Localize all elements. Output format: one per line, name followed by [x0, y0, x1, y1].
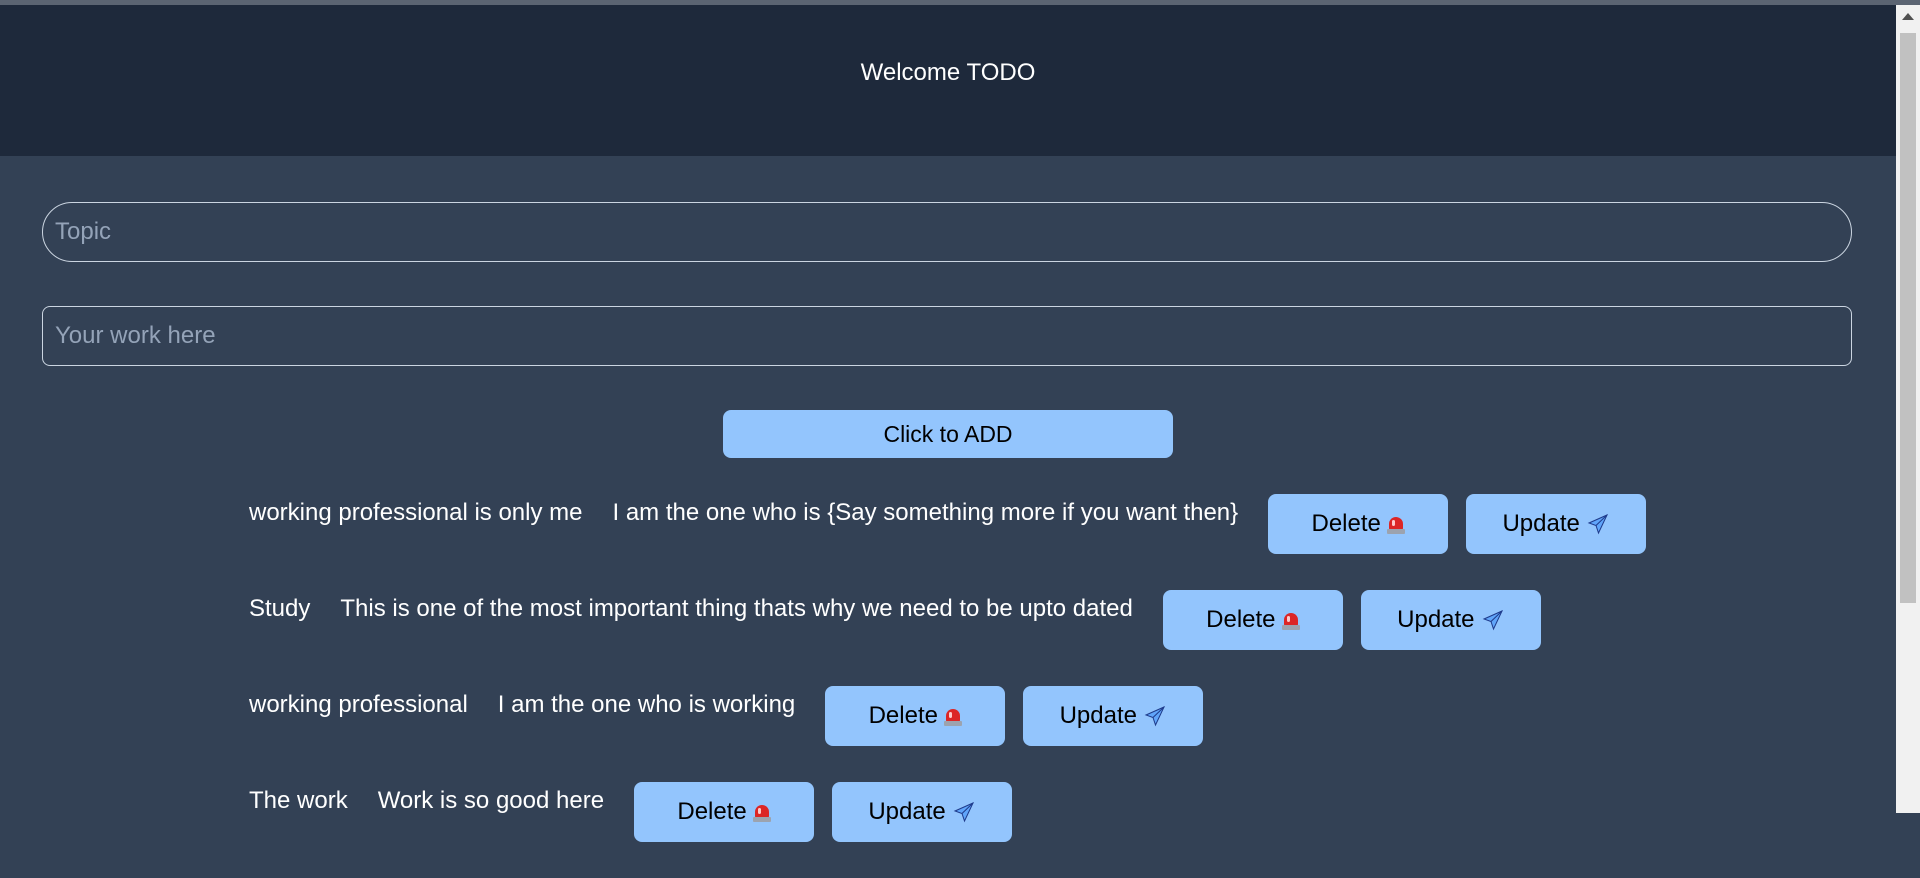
todo-description: This is one of the most important thing …	[340, 595, 1133, 622]
vertical-scrollbar[interactable]	[1896, 5, 1920, 813]
todo-topic: working professional	[249, 691, 468, 718]
work-input[interactable]	[42, 306, 1852, 366]
airplane-icon	[1586, 512, 1610, 536]
update-button[interactable]: Update	[832, 782, 1013, 842]
update-label: Update	[1502, 510, 1580, 537]
scroll-up-arrow-icon[interactable]	[1902, 13, 1914, 20]
todo-description: I am the one who is working	[497, 691, 796, 718]
topic-input[interactable]	[42, 202, 1852, 262]
delete-label: Delete	[868, 702, 938, 729]
delete-button[interactable]: Delete	[825, 686, 1006, 746]
delete-label: Delete	[1206, 606, 1276, 633]
delete-button[interactable]: Delete	[1162, 590, 1343, 650]
todo-list: working professional is only me I am the…	[249, 494, 1849, 878]
delete-label: Delete	[1311, 510, 1381, 537]
update-label: Update	[868, 798, 946, 825]
delete-button[interactable]: Delete	[634, 782, 815, 842]
update-button[interactable]: Update	[1360, 590, 1541, 650]
todo-item: Study This is one of the most important …	[249, 590, 1849, 650]
siren-icon	[1386, 514, 1405, 534]
page-title: Welcome TODO	[860, 59, 1036, 86]
update-label: Update	[1397, 606, 1475, 633]
update-label: Update	[1059, 702, 1137, 729]
update-button[interactable]: Update	[1466, 494, 1647, 554]
siren-icon	[752, 802, 771, 822]
todo-item: working professional is only me I am the…	[249, 494, 1849, 554]
update-button[interactable]: Update	[1023, 686, 1204, 746]
todo-description: I am the one who is {Say something more …	[612, 499, 1239, 526]
delete-label: Delete	[677, 798, 747, 825]
todo-item: The work Work is so good here Delete Upd…	[249, 782, 1849, 842]
todo-item: working professional I am the one who is…	[249, 686, 1849, 746]
airplane-icon	[1481, 608, 1505, 632]
delete-button[interactable]: Delete	[1268, 494, 1449, 554]
todo-topic: The work	[249, 787, 348, 814]
add-todo-button[interactable]: Click to ADD	[723, 410, 1173, 458]
app-header: Welcome TODO	[0, 5, 1896, 156]
airplane-icon	[952, 800, 976, 824]
todo-description: Work is so good here	[377, 787, 605, 814]
siren-icon	[1281, 610, 1300, 630]
todo-topic: Study	[249, 595, 311, 622]
main-content: Click to ADD working professional is onl…	[0, 156, 1896, 842]
siren-icon	[943, 706, 962, 726]
scrollbar-thumb[interactable]	[1900, 33, 1916, 603]
todo-topic: working professional is only me	[249, 499, 583, 526]
airplane-icon	[1143, 704, 1167, 728]
